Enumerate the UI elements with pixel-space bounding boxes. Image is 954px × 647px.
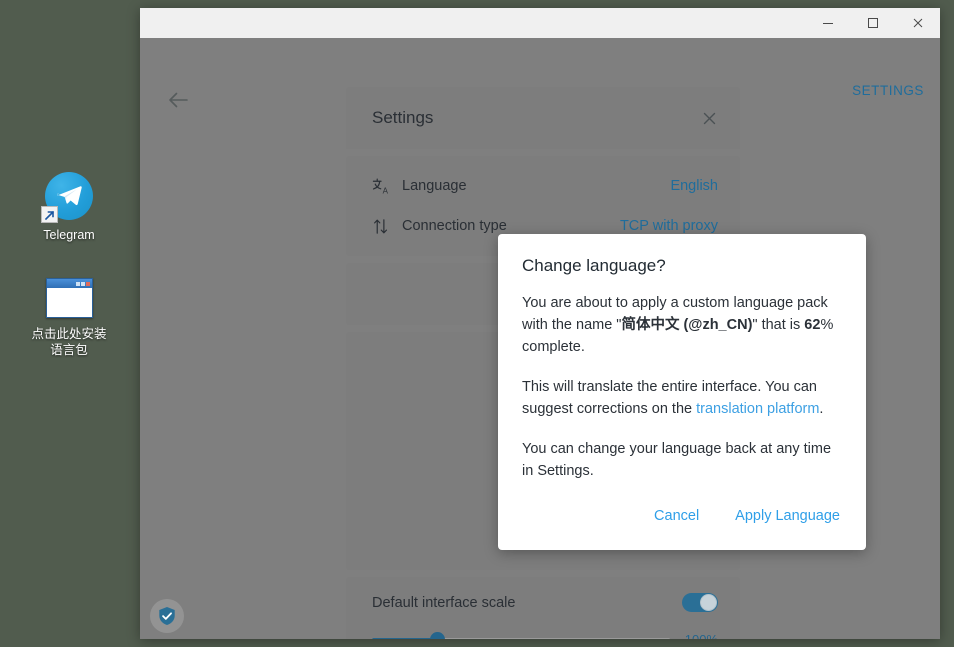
telegram-window: SETTINGS Settings bbox=[140, 8, 940, 639]
settings-row-label: Language bbox=[402, 178, 670, 194]
dialog-p1-language-name: 简体中文 (@zh_CN) bbox=[621, 317, 752, 333]
dialog-title: Change language? bbox=[522, 256, 842, 276]
settings-row-value: TCP with proxy bbox=[620, 218, 718, 234]
dialog-p1-percent: 62 bbox=[804, 317, 820, 333]
updown-arrows-icon bbox=[372, 217, 402, 236]
cancel-button[interactable]: Cancel bbox=[652, 504, 701, 528]
settings-row-label: Connection type bbox=[402, 218, 620, 234]
apply-language-button[interactable]: Apply Language bbox=[733, 504, 842, 528]
dialog-p2-part-b: . bbox=[819, 401, 823, 417]
desktop-icon-label: Telegram bbox=[14, 227, 124, 243]
settings-close-button[interactable] bbox=[701, 110, 718, 127]
scale-slider-fill bbox=[372, 638, 438, 639]
desktop-icon-language-pack[interactable]: 点击此处安装 语言包 bbox=[14, 274, 124, 358]
change-language-dialog: Change language? You are about to apply … bbox=[498, 234, 866, 550]
svg-text:A: A bbox=[383, 186, 389, 195]
interface-scale-slider-row: 100% bbox=[372, 632, 718, 639]
proxy-shield-button[interactable] bbox=[150, 599, 184, 633]
desktop-icon-label-line2: 语言包 bbox=[14, 342, 124, 358]
close-icon bbox=[701, 110, 718, 127]
settings-header-section: Settings bbox=[346, 87, 740, 149]
settings-row-language[interactable]: A Language English bbox=[346, 166, 740, 206]
close-button[interactable] bbox=[895, 8, 940, 38]
interface-scale-toggle[interactable] bbox=[682, 593, 718, 612]
interface-scale-title: Default interface scale bbox=[372, 595, 515, 611]
file-window-icon bbox=[46, 278, 93, 318]
window-titlebar bbox=[140, 8, 940, 38]
scale-slider[interactable] bbox=[372, 638, 670, 639]
dialog-p1-part-b: " that is bbox=[752, 317, 804, 333]
back-button[interactable] bbox=[160, 82, 196, 118]
dialog-paragraph-2: This will translate the entire interface… bbox=[522, 376, 842, 420]
shield-check-icon bbox=[156, 605, 178, 627]
translate-icon: A bbox=[372, 177, 402, 196]
telegram-icon bbox=[45, 172, 93, 220]
toggle-knob bbox=[700, 594, 717, 611]
minimize-button[interactable] bbox=[805, 8, 850, 38]
scale-slider-thumb[interactable] bbox=[430, 632, 445, 639]
app-content-dimmed: SETTINGS Settings bbox=[140, 38, 940, 639]
dialog-paragraph-3: You can change your language back at any… bbox=[522, 438, 842, 482]
desktop-icon-label-line1: 点击此处安装 bbox=[14, 326, 124, 342]
maximize-button[interactable] bbox=[850, 8, 895, 38]
shortcut-arrow-badge-icon bbox=[41, 206, 58, 223]
settings-card-title: Settings bbox=[372, 108, 433, 128]
translation-platform-link[interactable]: translation platform bbox=[696, 401, 819, 417]
settings-link[interactable]: SETTINGS bbox=[852, 83, 924, 98]
scale-value-label: 100% bbox=[682, 632, 718, 639]
settings-card-header: Settings bbox=[346, 87, 740, 149]
desktop-icon-telegram[interactable]: Telegram bbox=[14, 172, 124, 243]
settings-row-value: English bbox=[670, 178, 718, 194]
dialog-paragraph-1: You are about to apply a custom language… bbox=[522, 292, 842, 358]
settings-section-interface-scale: Default interface scale 100% bbox=[346, 577, 740, 639]
arrow-left-icon bbox=[167, 89, 189, 111]
dialog-action-row: Cancel Apply Language bbox=[522, 504, 842, 534]
